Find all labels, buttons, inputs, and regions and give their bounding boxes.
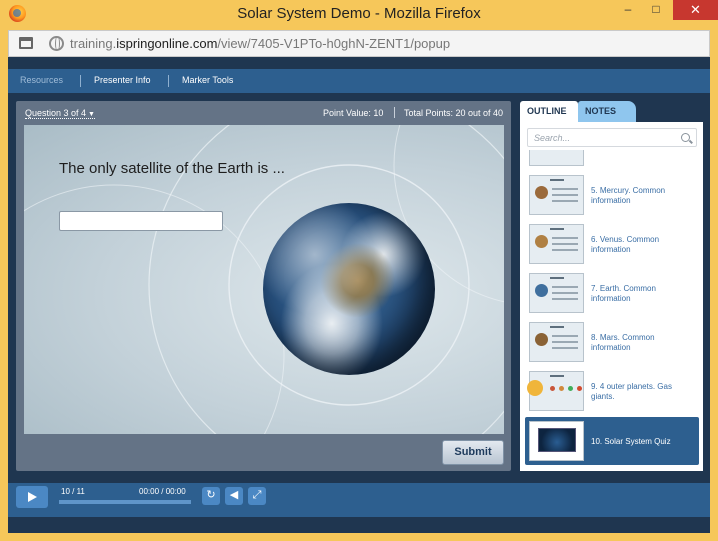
page-info-icon[interactable] bbox=[19, 37, 33, 49]
outline-item-label: 6. Venus. Common information bbox=[591, 235, 660, 254]
progress-bar[interactable] bbox=[59, 500, 191, 504]
outline-item[interactable]: 6. Venus. Common information bbox=[525, 220, 699, 268]
url-prefix: training. bbox=[70, 36, 117, 51]
fullscreen-icon[interactable]: ⤢ bbox=[248, 487, 266, 505]
outline-item-label: 9. 4 outer planets. Gas giants. bbox=[591, 382, 672, 401]
outline-item[interactable]: part bbox=[525, 150, 699, 170]
planet-icon bbox=[535, 235, 548, 248]
globe-icon bbox=[49, 36, 64, 51]
maximize-button[interactable]: □ bbox=[645, 0, 667, 20]
outline-item[interactable]: 5. Mercury. Common information bbox=[525, 171, 699, 219]
tab-notes[interactable]: NOTES bbox=[578, 101, 636, 122]
outline-item-label: 8. Mars. Common information bbox=[591, 333, 655, 352]
ispring-player: Resources Presenter Info Marker Tools Qu… bbox=[8, 57, 710, 533]
slide-thumbnail bbox=[529, 175, 584, 215]
slide-thumbnail bbox=[529, 421, 584, 461]
search-input[interactable]: Search... bbox=[527, 128, 697, 147]
planet-icon bbox=[535, 333, 548, 346]
answer-input[interactable] bbox=[59, 211, 223, 231]
outline-item[interactable]: 9. 4 outer planets. Gas giants. bbox=[525, 367, 699, 415]
window-title: Solar System Demo - Mozilla Firefox bbox=[237, 5, 481, 22]
slide-thumbnail bbox=[529, 150, 584, 166]
question-text: The only satellite of the Earth is ... bbox=[59, 160, 285, 177]
total-points: Total Points: 20 out of 40 bbox=[404, 108, 504, 118]
window-titlebar: Solar System Demo - Mozilla Firefox – □ … bbox=[0, 0, 718, 30]
minimize-button[interactable]: – bbox=[617, 0, 639, 20]
quiz-slide: The only satellite of the Earth is ... bbox=[24, 125, 504, 434]
outline-item[interactable]: 7. Earth. Common information bbox=[525, 269, 699, 317]
planet-icon bbox=[568, 386, 573, 391]
planet-icon bbox=[550, 386, 555, 391]
nav-separator bbox=[168, 75, 169, 87]
nav-resources[interactable]: Resources bbox=[20, 75, 63, 85]
caret-down-icon: ▼ bbox=[88, 111, 95, 118]
question-header: Question 3 of 4 ▼ Point Value: 10 Total P… bbox=[16, 101, 511, 123]
replay-icon[interactable]: ↻ bbox=[202, 487, 220, 505]
volume-icon[interactable]: ◀ bbox=[225, 487, 243, 505]
outline-list: part 5. Mercury. Common information 6. V… bbox=[520, 150, 703, 471]
nav-presenter-info[interactable]: Presenter Info bbox=[94, 75, 151, 85]
playback-controls: 10 / 11 00:00 / 00:00 ↻ ◀ ⤢ bbox=[8, 483, 710, 517]
planet-icon bbox=[535, 284, 548, 297]
player-top-nav: Resources Presenter Info Marker Tools bbox=[8, 69, 710, 93]
question-counter-dropdown[interactable]: Question 3 of 4 ▼ bbox=[25, 108, 95, 119]
outline-item-active[interactable]: 10. Solar System Quiz bbox=[525, 417, 699, 465]
sidebar-body: Search... part 5. Mercury. Common inform… bbox=[520, 122, 703, 471]
outline-item-label: 7. Earth. Common information bbox=[591, 284, 656, 303]
point-value: Point Value: 10 bbox=[323, 108, 384, 118]
slide-thumbnail bbox=[529, 224, 584, 264]
nav-marker-tools[interactable]: Marker Tools bbox=[182, 75, 233, 85]
nav-separator bbox=[80, 75, 81, 87]
planet-icon bbox=[535, 186, 548, 199]
submit-button[interactable]: Submit bbox=[442, 440, 504, 465]
play-button[interactable] bbox=[16, 486, 48, 508]
slide-thumbnail bbox=[527, 371, 584, 411]
url-domain: ispringonline.com bbox=[116, 36, 218, 51]
url-text[interactable]: training.ispringonline.com/view/7405-V1P… bbox=[70, 36, 450, 51]
address-bar[interactable]: training.ispringonline.com/view/7405-V1P… bbox=[8, 30, 710, 57]
player-bottom-strip bbox=[8, 517, 710, 533]
earth-image bbox=[263, 203, 435, 375]
slide-thumbnail bbox=[529, 273, 584, 313]
slide-counter: 10 / 11 bbox=[61, 487, 85, 496]
outline-sidebar: OUTLINE NOTES Search... part 5. Mercury.… bbox=[520, 101, 703, 471]
slide-thumbnail bbox=[529, 322, 584, 362]
search-placeholder: Search... bbox=[534, 133, 571, 143]
outline-item-label: 10. Solar System Quiz bbox=[591, 437, 671, 446]
search-icon[interactable] bbox=[681, 133, 690, 142]
header-separator bbox=[394, 107, 395, 118]
outline-item[interactable]: 8. Mars. Common information bbox=[525, 318, 699, 366]
tab-outline[interactable]: OUTLINE bbox=[520, 101, 578, 122]
question-counter: Question 3 of 4 bbox=[25, 108, 87, 118]
url-path: /view/7405-V1PTo-h0ghN-ZENT1/popup bbox=[217, 36, 451, 51]
outline-item-label: 5. Mercury. Common information bbox=[591, 186, 666, 205]
planet-icon bbox=[559, 386, 564, 391]
planet-icon bbox=[577, 386, 582, 391]
time-display: 00:00 / 00:00 bbox=[139, 487, 186, 496]
sun-icon bbox=[527, 380, 543, 396]
close-window-button[interactable]: ✕ bbox=[673, 0, 718, 20]
quiz-thumbnail-screen bbox=[538, 428, 576, 452]
